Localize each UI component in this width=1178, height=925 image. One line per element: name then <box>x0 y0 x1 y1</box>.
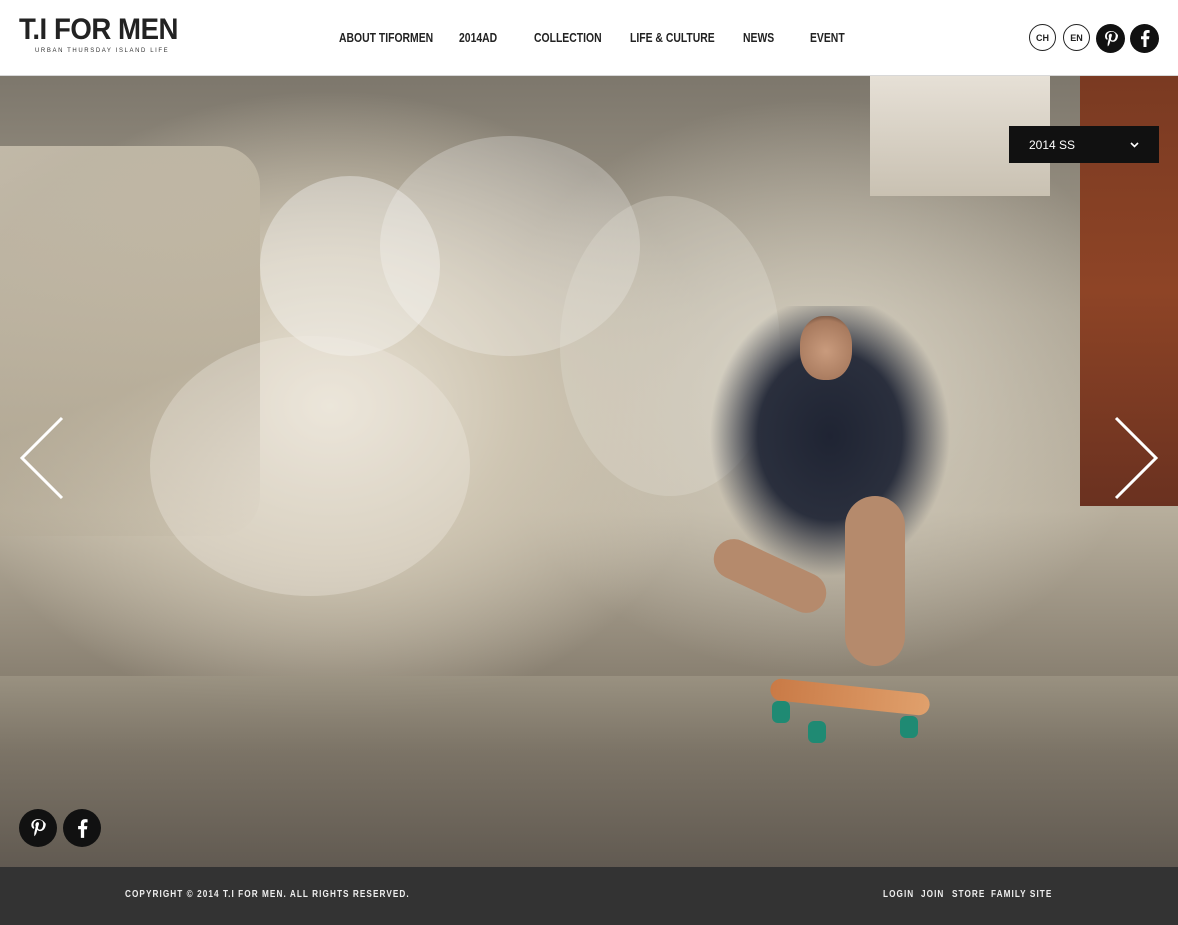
nav-2014ad[interactable]: 2014AD <box>459 30 497 45</box>
footer-login-link[interactable]: LOGIN <box>883 889 914 900</box>
site-header: T.I FOR MEN URBAN THURSDAY ISLAND LIFE A… <box>0 0 1178 76</box>
next-slide-button[interactable] <box>1110 416 1160 500</box>
chevron-right-icon <box>1114 416 1159 500</box>
logo[interactable]: T.I FOR MEN URBAN THURSDAY ISLAND LIFE <box>19 13 179 55</box>
hero-slideshow: 2014 SS <box>0 76 1178 867</box>
season-select-value: 2014 SS <box>1029 137 1076 152</box>
nav-collection[interactable]: COLLECTION <box>534 30 602 45</box>
season-select[interactable]: 2014 SS <box>1009 126 1159 163</box>
footer-store-link[interactable]: STORE <box>952 889 985 900</box>
pinterest-icon <box>31 819 46 837</box>
hero-photo-skater-leg <box>845 496 905 666</box>
facebook-icon <box>77 818 88 838</box>
hero-photo-road <box>0 676 1178 867</box>
prev-slide-button[interactable] <box>18 416 68 500</box>
hero-photo-wheel <box>900 716 918 738</box>
footer-family-site-link[interactable]: FAMILY SITE <box>991 889 1052 900</box>
chevron-down-icon <box>1130 141 1139 148</box>
footer-join-link[interactable]: JOIN <box>921 889 944 900</box>
hero-pinterest-button[interactable] <box>19 809 57 847</box>
header-facebook-button[interactable] <box>1130 24 1159 53</box>
lang-en-button[interactable]: EN <box>1063 24 1090 51</box>
lang-ch-button[interactable]: CH <box>1029 24 1056 51</box>
hero-photo-wheel <box>808 721 826 743</box>
copyright-text: COPYRIGHT © 2014 T.I FOR MEN. ALL RIGHTS… <box>125 889 410 900</box>
header-pinterest-button[interactable] <box>1096 24 1125 53</box>
nav-news[interactable]: NEWS <box>743 30 774 45</box>
nav-about[interactable]: ABOUT TIFORMEN <box>339 30 433 45</box>
site-footer: COPYRIGHT © 2014 T.I FOR MEN. ALL RIGHTS… <box>0 867 1178 925</box>
splash-spray <box>150 336 470 596</box>
nav-life-culture[interactable]: LIFE & CULTURE <box>630 30 715 45</box>
chevron-left-icon <box>19 416 64 500</box>
pinterest-icon <box>1104 30 1118 46</box>
logo-title: T.I FOR MEN <box>19 13 179 46</box>
hero-photo-wheel <box>772 701 790 723</box>
nav-event[interactable]: EVENT <box>810 30 845 45</box>
facebook-icon <box>1140 30 1150 47</box>
hero-photo-skater-head <box>800 316 852 380</box>
hero-facebook-button[interactable] <box>63 809 101 847</box>
logo-tagline: URBAN THURSDAY ISLAND LIFE <box>35 48 170 54</box>
